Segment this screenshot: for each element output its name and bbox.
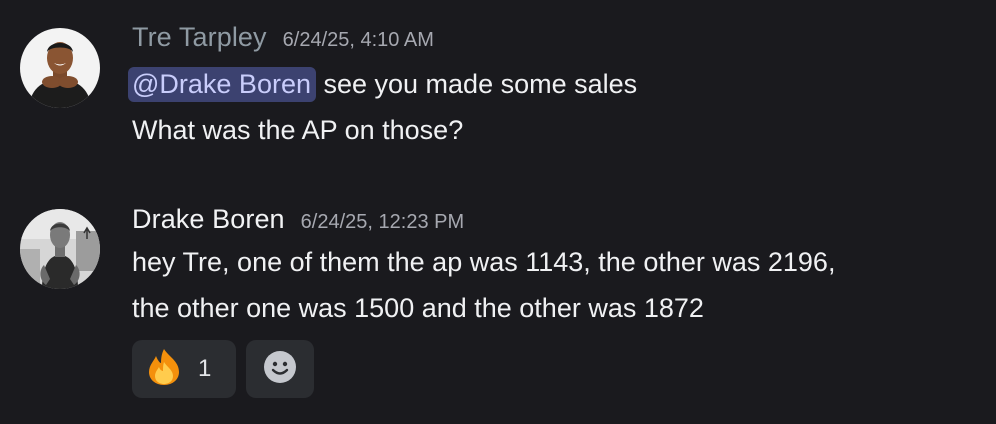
message-text: see you made some sales (315, 69, 638, 99)
message-content: Drake Boren 6/24/25, 12:23 PM hey Tre, o… (132, 204, 976, 398)
message-text: What was the AP on those? (132, 115, 464, 145)
avatar-drake-boren[interactable] (20, 209, 100, 289)
message-text-line: @Drake Boren see you made some sales (128, 61, 976, 107)
avatar-image (20, 28, 100, 108)
message-text-line: What was the AP on those? (132, 107, 976, 153)
smiley-icon (263, 350, 297, 389)
reaction-count: 1 (198, 355, 212, 382)
message-text: the other one was 1500 and the other was… (132, 293, 704, 323)
avatar-tre-tarpley[interactable] (20, 28, 100, 108)
user-mention[interactable]: @Drake Boren (128, 67, 316, 102)
add-reaction-button[interactable] (246, 340, 314, 398)
message-text-line: hey Tre, one of them the ap was 1143, th… (132, 239, 976, 285)
username[interactable]: Tre Tarpley (132, 22, 267, 53)
avatar-image (20, 209, 100, 289)
message-header: Tre Tarpley 6/24/25, 4:10 AM (132, 22, 976, 53)
timestamp[interactable]: 6/24/25, 12:23 PM (301, 211, 464, 234)
message-text: hey Tre, one of them the ap was 1143, th… (132, 247, 836, 277)
username[interactable]: Drake Boren (132, 204, 285, 235)
message-text-line: the other one was 1500 and the other was… (132, 285, 976, 331)
message-content: Tre Tarpley 6/24/25, 4:10 AM @Drake Bore… (128, 22, 976, 153)
reactions-bar: 1 (132, 340, 976, 398)
message-header: Drake Boren 6/24/25, 12:23 PM (132, 204, 976, 235)
fire-icon (146, 348, 182, 391)
timestamp[interactable]: 6/24/25, 4:10 AM (283, 29, 434, 52)
reaction-fire-button[interactable]: 1 (132, 340, 236, 398)
